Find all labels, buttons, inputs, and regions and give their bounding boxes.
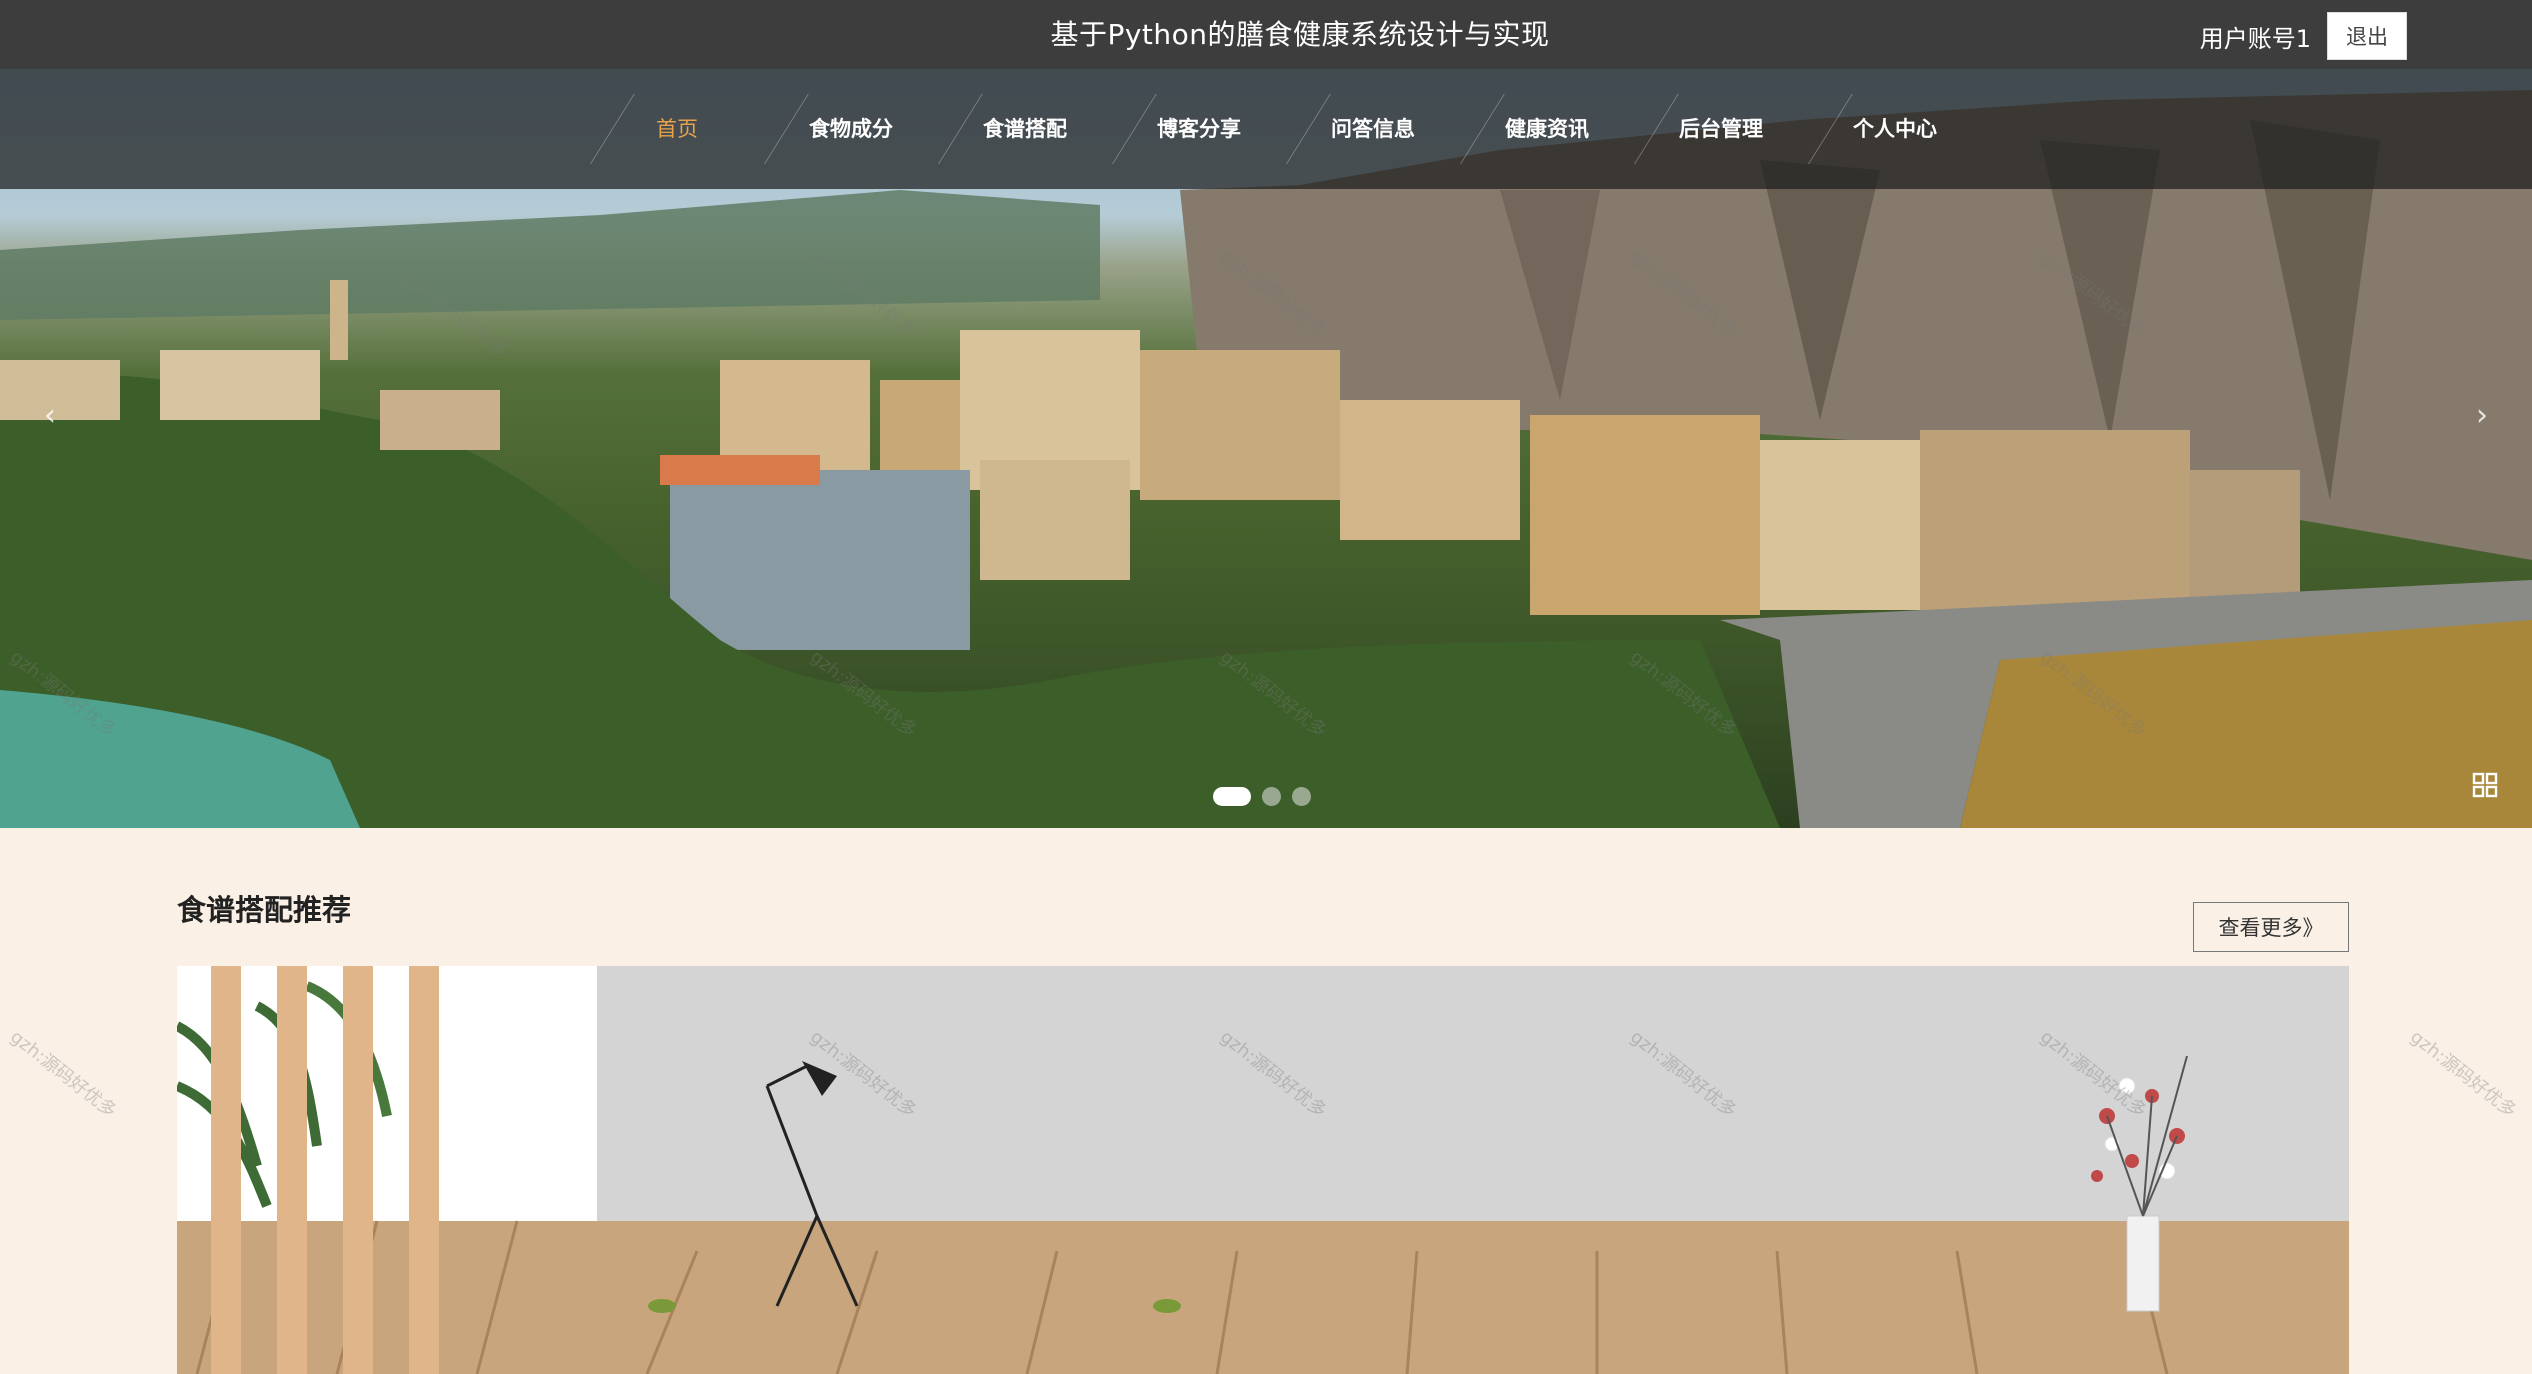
nav-separator: [1112, 94, 1157, 164]
nav-item-label: 食谱搭配: [983, 117, 1067, 141]
carousel-prev-icon[interactable]: ‹: [30, 395, 70, 435]
nav-item-food-composition[interactable]: 食物成分: [764, 69, 938, 189]
carousel-dot-3[interactable]: [1292, 787, 1311, 806]
carousel-next-icon[interactable]: ›: [2462, 395, 2502, 435]
nav-item-label: 食物成分: [809, 117, 893, 141]
recipe-banner-image[interactable]: [177, 966, 2349, 1374]
nav-item-label: 后台管理: [1679, 117, 1763, 141]
grid-view-icon[interactable]: [2472, 772, 2498, 798]
view-more-button[interactable]: 查看更多》: [2193, 902, 2349, 952]
nav-item-label: 问答信息: [1331, 117, 1415, 141]
user-area: 用户账号1 退出: [2200, 12, 2407, 60]
nav-item-profile[interactable]: 个人中心: [1808, 69, 1982, 189]
nav-separator: [590, 94, 635, 164]
nav-separator: [938, 94, 983, 164]
nav-item-admin[interactable]: 后台管理: [1634, 69, 1808, 189]
top-bar: 基于Python的膳食健康系统设计与实现 用户账号1 退出: [0, 0, 2532, 69]
nav-item-label: 首页: [656, 117, 698, 141]
carousel-indicators: [1213, 787, 1322, 806]
carousel-dot-2[interactable]: [1262, 787, 1281, 806]
nav-item-label: 博客分享: [1157, 117, 1241, 141]
nav-separator: [1460, 94, 1505, 164]
nav-separator: [1634, 94, 1679, 164]
nav-list: 首页 食物成分 食谱搭配 博客分享 问答信息 健康资讯 后台管理 个人中心: [590, 69, 1982, 189]
nav-item-blog[interactable]: 博客分享: [1112, 69, 1286, 189]
carousel-dot-1[interactable]: [1213, 787, 1251, 806]
watermark-text: gzh:源码好优多: [6, 1026, 121, 1122]
nav-item-label: 健康资讯: [1505, 117, 1589, 141]
nav-item-home[interactable]: 首页: [590, 69, 764, 189]
user-account-label[interactable]: 用户账号1: [2200, 19, 2311, 54]
main-navigation: 首页 食物成分 食谱搭配 博客分享 问答信息 健康资讯 后台管理 个人中心: [0, 69, 2532, 189]
recipe-section-title: 食谱搭配推荐: [177, 893, 352, 927]
page: 基于Python的膳食健康系统设计与实现 用户账号1 退出 首页 食物成分 食谱…: [0, 0, 2532, 1374]
nav-item-recipes[interactable]: 食谱搭配: [938, 69, 1112, 189]
site-title: 基于Python的膳食健康系统设计与实现: [1050, 18, 1550, 51]
watermark-text: gzh:源码好优多: [2406, 1026, 2521, 1122]
logout-button[interactable]: 退出: [2327, 12, 2407, 60]
nav-separator: [764, 94, 809, 164]
room-illustration: [177, 966, 2349, 1374]
nav-item-label: 个人中心: [1853, 117, 1937, 141]
nav-separator: [1808, 94, 1853, 164]
nav-separator: [1286, 94, 1331, 164]
nav-item-health-news[interactable]: 健康资讯: [1460, 69, 1634, 189]
nav-item-qa[interactable]: 问答信息: [1286, 69, 1460, 189]
